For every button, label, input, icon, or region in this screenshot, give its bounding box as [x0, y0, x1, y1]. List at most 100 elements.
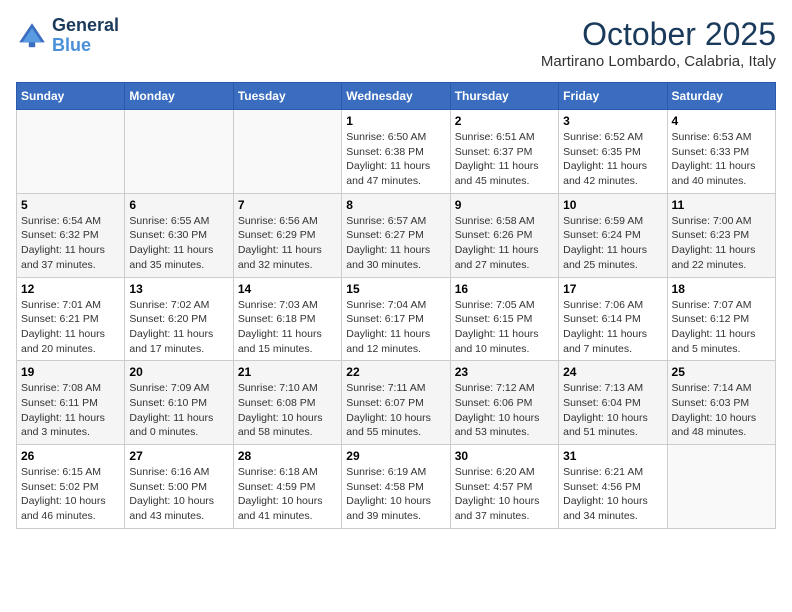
table-row: 8 Sunrise: 6:57 AM Sunset: 6:27 PM Daylig…	[342, 193, 450, 277]
month-year: October 2025	[541, 16, 776, 53]
header-friday: Friday	[559, 83, 667, 110]
day-number: 10	[563, 198, 662, 212]
day-info: Sunrise: 6:19 AM Sunset: 4:58 PM Dayligh…	[346, 465, 445, 524]
day-number: 11	[672, 198, 771, 212]
day-number: 16	[455, 282, 554, 296]
day-number: 9	[455, 198, 554, 212]
table-row: 14 Sunrise: 7:03 AM Sunset: 6:18 PM Dayli…	[233, 277, 341, 361]
table-row	[667, 445, 775, 529]
day-info: Sunrise: 6:18 AM Sunset: 4:59 PM Dayligh…	[238, 465, 337, 524]
day-info: Sunrise: 6:55 AM Sunset: 6:30 PM Dayligh…	[129, 214, 228, 273]
day-info: Sunrise: 7:05 AM Sunset: 6:15 PM Dayligh…	[455, 298, 554, 357]
table-row: 15 Sunrise: 7:04 AM Sunset: 6:17 PM Dayli…	[342, 277, 450, 361]
day-info: Sunrise: 7:04 AM Sunset: 6:17 PM Dayligh…	[346, 298, 445, 357]
day-info: Sunrise: 7:01 AM Sunset: 6:21 PM Dayligh…	[21, 298, 120, 357]
day-info: Sunrise: 7:14 AM Sunset: 6:03 PM Dayligh…	[672, 381, 771, 440]
table-row: 27Sunrise: 6:16 AM Sunset: 5:00 PM Dayli…	[125, 445, 233, 529]
table-row: 2 Sunrise: 6:51 AM Sunset: 6:37 PM Daylig…	[450, 110, 558, 194]
header-thursday: Thursday	[450, 83, 558, 110]
day-number: 21	[238, 365, 337, 379]
day-info: Sunrise: 7:00 AM Sunset: 6:23 PM Dayligh…	[672, 214, 771, 273]
table-row: 10 Sunrise: 6:59 AM Sunset: 6:24 PM Dayli…	[559, 193, 667, 277]
table-row: 24 Sunrise: 7:13 AM Sunset: 6:04 PM Dayli…	[559, 361, 667, 445]
header-wednesday: Wednesday	[342, 83, 450, 110]
day-number: 12	[21, 282, 120, 296]
day-number: 1	[346, 114, 445, 128]
day-number: 3	[563, 114, 662, 128]
week-row-5: 26 Sunrise: 6:15 AM Sunset: 5:02 PM Dayli…	[17, 445, 776, 529]
day-info: Sunrise: 6:57 AM Sunset: 6:27 PM Dayligh…	[346, 214, 445, 273]
day-number: 2	[455, 114, 554, 128]
day-info: Sunrise: 7:09 AM Sunset: 6:10 PM Dayligh…	[129, 381, 228, 440]
day-number: 15	[346, 282, 445, 296]
day-number: 5	[21, 198, 120, 212]
header-sunday: Sunday	[17, 83, 125, 110]
day-number: 22	[346, 365, 445, 379]
day-info: Sunrise: 7:13 AM Sunset: 6:04 PM Dayligh…	[563, 381, 662, 440]
calendar: SundayMondayTuesdayWednesdayThursdayFrid…	[16, 82, 776, 529]
day-info: Sunrise: 6:15 AM Sunset: 5:02 PM Dayligh…	[21, 465, 120, 524]
day-info: Sunrise: 6:54 AM Sunset: 6:32 PM Dayligh…	[21, 214, 120, 273]
table-row: 17Sunrise: 7:06 AM Sunset: 6:14 PM Dayli…	[559, 277, 667, 361]
table-row: 20Sunrise: 7:09 AM Sunset: 6:10 PM Dayli…	[125, 361, 233, 445]
logo-line1: General	[52, 16, 119, 36]
table-row: 28 Sunrise: 6:18 AM Sunset: 4:59 PM Dayli…	[233, 445, 341, 529]
day-number: 30	[455, 449, 554, 463]
day-number: 4	[672, 114, 771, 128]
table-row: 6Sunrise: 6:55 AM Sunset: 6:30 PM Daylig…	[125, 193, 233, 277]
day-number: 27	[129, 449, 228, 463]
week-row-4: 19 Sunrise: 7:08 AM Sunset: 6:11 PM Dayli…	[17, 361, 776, 445]
day-number: 8	[346, 198, 445, 212]
day-info: Sunrise: 6:51 AM Sunset: 6:37 PM Dayligh…	[455, 130, 554, 189]
day-info: Sunrise: 7:02 AM Sunset: 6:20 PM Dayligh…	[129, 298, 228, 357]
table-row: 11 Sunrise: 7:00 AM Sunset: 6:23 PM Dayli…	[667, 193, 775, 277]
day-info: Sunrise: 6:59 AM Sunset: 6:24 PM Dayligh…	[563, 214, 662, 273]
day-number: 25	[672, 365, 771, 379]
table-row: 30 Sunrise: 6:20 AM Sunset: 4:57 PM Dayli…	[450, 445, 558, 529]
table-row: 19 Sunrise: 7:08 AM Sunset: 6:11 PM Dayli…	[17, 361, 125, 445]
day-info: Sunrise: 7:11 AM Sunset: 6:07 PM Dayligh…	[346, 381, 445, 440]
day-info: Sunrise: 6:52 AM Sunset: 6:35 PM Dayligh…	[563, 130, 662, 189]
day-number: 18	[672, 282, 771, 296]
week-row-1: 1Sunrise: 6:50 AM Sunset: 6:38 PM Daylig…	[17, 110, 776, 194]
day-info: Sunrise: 7:08 AM Sunset: 6:11 PM Dayligh…	[21, 381, 120, 440]
day-number: 23	[455, 365, 554, 379]
title-block: October 2025 Martirano Lombardo, Calabri…	[541, 16, 776, 70]
logo-icon	[16, 20, 48, 52]
header-tuesday: Tuesday	[233, 83, 341, 110]
table-row: 16 Sunrise: 7:05 AM Sunset: 6:15 PM Dayli…	[450, 277, 558, 361]
table-row: 4 Sunrise: 6:53 AM Sunset: 6:33 PM Daylig…	[667, 110, 775, 194]
location: Martirano Lombardo, Calabria, Italy	[541, 53, 776, 70]
day-number: 17	[563, 282, 662, 296]
day-info: Sunrise: 6:53 AM Sunset: 6:33 PM Dayligh…	[672, 130, 771, 189]
day-info: Sunrise: 6:56 AM Sunset: 6:29 PM Dayligh…	[238, 214, 337, 273]
header-monday: Monday	[125, 83, 233, 110]
day-number: 28	[238, 449, 337, 463]
day-number: 19	[21, 365, 120, 379]
day-info: Sunrise: 6:21 AM Sunset: 4:56 PM Dayligh…	[563, 465, 662, 524]
table-row: 3 Sunrise: 6:52 AM Sunset: 6:35 PM Daylig…	[559, 110, 667, 194]
day-number: 14	[238, 282, 337, 296]
logo: General Blue	[16, 16, 119, 56]
table-row	[17, 110, 125, 194]
table-row: 21Sunrise: 7:10 AM Sunset: 6:08 PM Dayli…	[233, 361, 341, 445]
table-row: 7 Sunrise: 6:56 AM Sunset: 6:29 PM Daylig…	[233, 193, 341, 277]
day-info: Sunrise: 7:03 AM Sunset: 6:18 PM Dayligh…	[238, 298, 337, 357]
day-number: 31	[563, 449, 662, 463]
logo-line2: Blue	[52, 36, 119, 56]
week-row-2: 5 Sunrise: 6:54 AM Sunset: 6:32 PM Daylig…	[17, 193, 776, 277]
day-number: 24	[563, 365, 662, 379]
day-number: 7	[238, 198, 337, 212]
table-row: 13 Sunrise: 7:02 AM Sunset: 6:20 PM Dayli…	[125, 277, 233, 361]
table-row: 31 Sunrise: 6:21 AM Sunset: 4:56 PM Dayli…	[559, 445, 667, 529]
day-info: Sunrise: 7:12 AM Sunset: 6:06 PM Dayligh…	[455, 381, 554, 440]
table-row: 18Sunrise: 7:07 AM Sunset: 6:12 PM Dayli…	[667, 277, 775, 361]
table-row: 1Sunrise: 6:50 AM Sunset: 6:38 PM Daylig…	[342, 110, 450, 194]
page-header: General Blue October 2025 Martirano Lomb…	[16, 16, 776, 70]
table-row: 26 Sunrise: 6:15 AM Sunset: 5:02 PM Dayli…	[17, 445, 125, 529]
table-row: 9Sunrise: 6:58 AM Sunset: 6:26 PM Daylig…	[450, 193, 558, 277]
day-number: 26	[21, 449, 120, 463]
day-info: Sunrise: 6:20 AM Sunset: 4:57 PM Dayligh…	[455, 465, 554, 524]
day-number: 13	[129, 282, 228, 296]
table-row: 23 Sunrise: 7:12 AM Sunset: 6:06 PM Dayli…	[450, 361, 558, 445]
